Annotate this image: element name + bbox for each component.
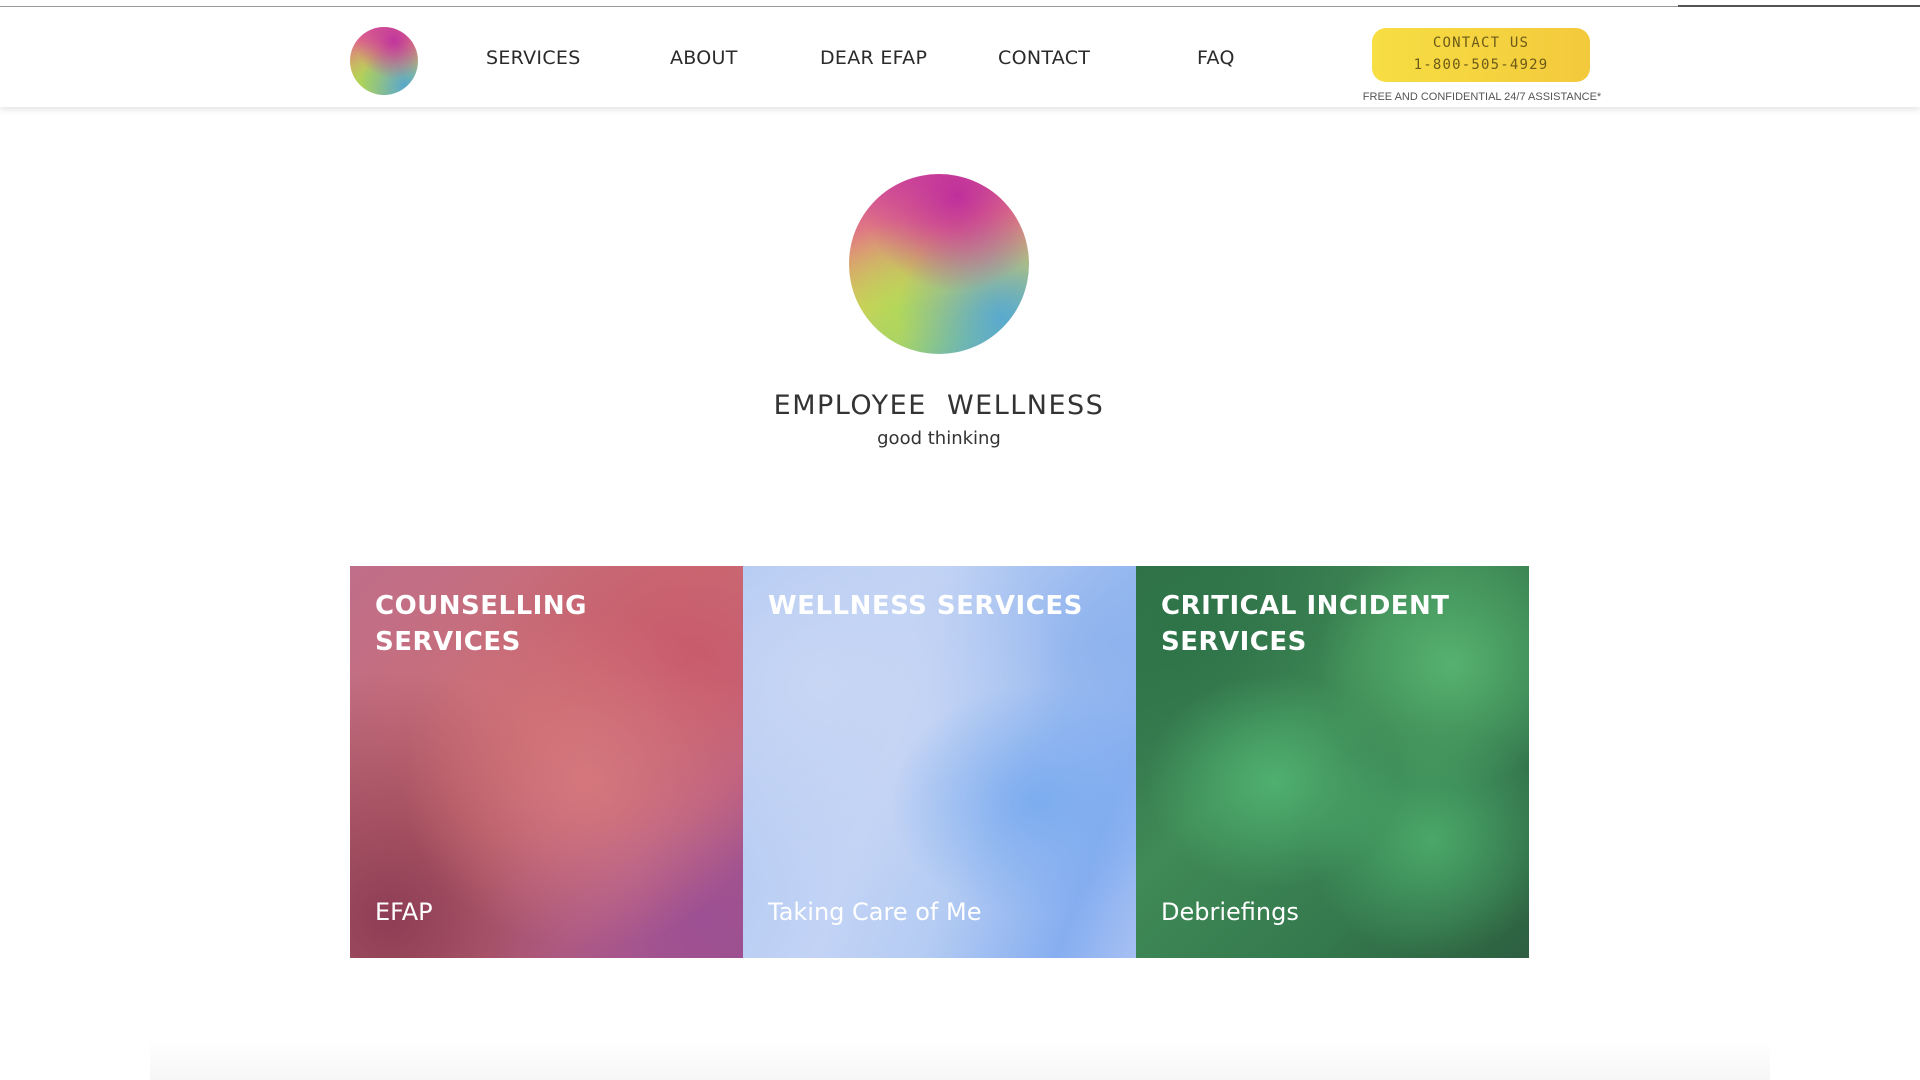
card-counselling-services[interactable]: COUNSELLING SERVICES EFAP: [350, 566, 743, 958]
contact-us-button[interactable]: CONTACT US 1-800-505-4929: [1372, 28, 1590, 82]
card-title: WELLNESS SERVICES: [768, 591, 1083, 621]
brand-name: EMPLOYEE WELLNESS: [773, 390, 1105, 421]
card-title: CRITICAL INCIDENT SERVICES: [1161, 591, 1450, 657]
card-critical-incident-services[interactable]: CRITICAL INCIDENT SERVICES Debriefings: [1136, 566, 1529, 958]
nav-about[interactable]: ABOUT: [670, 47, 738, 69]
assistance-note: FREE AND CONFIDENTIAL 24/7 ASSISTANCE*: [1362, 91, 1602, 103]
contact-phone-number: 1-800-505-4929: [1413, 57, 1549, 73]
site-header: SERVICES ABOUT DEAR EFAP CONTACT FAQ CON…: [0, 7, 1920, 107]
card-subtitle: EFAP: [375, 898, 433, 926]
service-cards: COUNSELLING SERVICES EFAP WELLNESS SERVI…: [350, 566, 1529, 958]
nav-dear-efap[interactable]: DEAR EFAP: [820, 47, 927, 69]
brand-tagline: good thinking: [877, 428, 1001, 449]
footer-shadow: [150, 1040, 1770, 1080]
nav-contact[interactable]: CONTACT: [998, 47, 1090, 69]
site-logo-icon[interactable]: [350, 27, 418, 95]
brand-logo-icon: [849, 174, 1029, 354]
nav-services[interactable]: SERVICES: [486, 47, 581, 69]
card-subtitle: Debriefings: [1161, 898, 1299, 926]
contact-us-label: CONTACT US: [1432, 35, 1530, 51]
nav-faq[interactable]: FAQ: [1197, 47, 1235, 69]
card-subtitle: Taking Care of Me: [768, 898, 982, 926]
page: SERVICES ABOUT DEAR EFAP CONTACT FAQ CON…: [0, 0, 1920, 1080]
card-title: COUNSELLING SERVICES: [375, 591, 587, 657]
card-wellness-services[interactable]: WELLNESS SERVICES Taking Care of Me: [743, 566, 1136, 958]
